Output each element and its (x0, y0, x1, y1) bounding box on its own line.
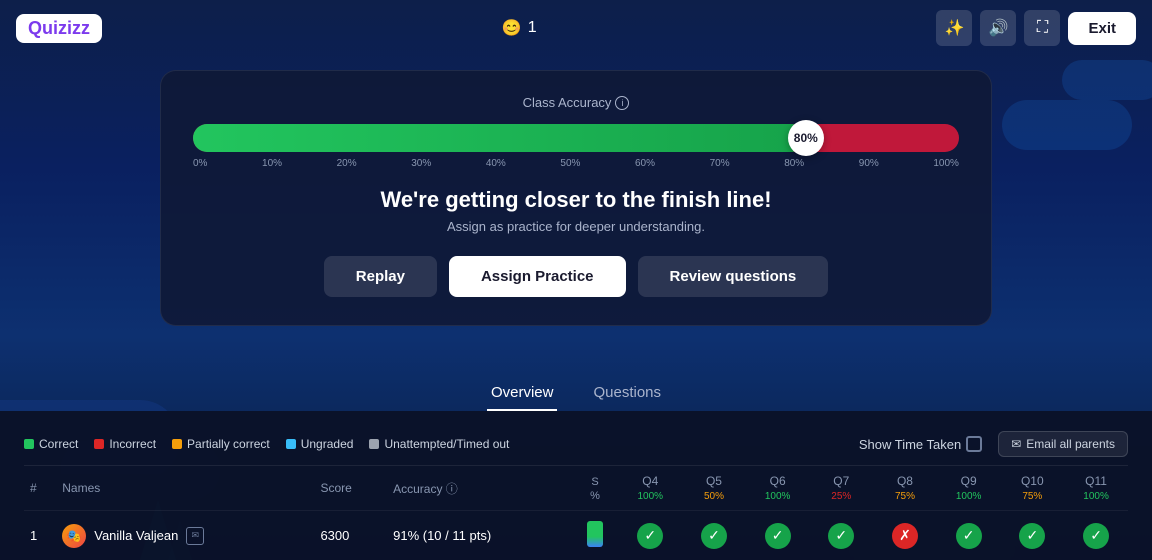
email-all-parents-button[interactable]: ✉ Email all parents (998, 431, 1128, 457)
email-icon: ✉ (1011, 437, 1021, 451)
replay-button[interactable]: Replay (324, 256, 437, 297)
legend-correct: Correct (24, 437, 78, 451)
card-accuracy-label: Class Accuracy i (193, 95, 959, 110)
check-correct-icon: ✓ (637, 523, 663, 549)
col-q4: Q4100% (618, 466, 682, 511)
col-names: Names (56, 466, 314, 511)
mail-icon[interactable]: ✉ (186, 527, 204, 545)
col-q7: Q725% (809, 466, 873, 511)
col-score: Score (314, 466, 387, 511)
cell-q10: ✓ (1000, 511, 1064, 560)
card-title: We're getting closer to the finish line! (193, 187, 959, 213)
cell-q8: ✗ (873, 511, 937, 560)
check-correct-icon: ✓ (956, 523, 982, 549)
correct-dot (24, 439, 34, 449)
table-row: 1 🎭 Vanilla Valjean ✉ 6300 91% (10 / 11 … (24, 511, 1128, 560)
header-right: ✨ 🔊 ⛶ Exit (936, 10, 1136, 46)
progress-container: 80% (193, 124, 959, 152)
tab-overview[interactable]: Overview (487, 376, 558, 411)
partial-dot (172, 439, 182, 449)
legend-ungraded: Ungraded (286, 437, 354, 451)
sound-button[interactable]: 🔊 (980, 10, 1016, 46)
col-q11: Q11100% (1064, 466, 1128, 511)
progress-track: 80% (193, 124, 959, 152)
cell-q7: ✓ (809, 511, 873, 560)
col-rank: # (24, 466, 56, 511)
col-q9: Q9100% (937, 466, 1001, 511)
results-table: # Names Score Accuracy ⓘ S% Q4100% Q550%… (24, 466, 1128, 560)
incorrect-dot (94, 439, 104, 449)
cell-q9: ✓ (937, 511, 1001, 560)
fullscreen-button[interactable]: ⛶ (1024, 10, 1060, 46)
progress-labels: 0% 10% 20% 30% 40% 50% 60% 70% 80% 90% 1… (193, 158, 959, 169)
cell-q6: ✓ (746, 511, 810, 560)
info-icon: i (615, 96, 629, 110)
check-correct-icon: ✓ (701, 523, 727, 549)
header-center: 😊 1 (502, 18, 537, 38)
player-count: 1 (528, 19, 537, 37)
cloud (1062, 60, 1152, 100)
legend-row: Correct Incorrect Partially correct Ungr… (24, 423, 1128, 466)
check-correct-icon: ✓ (765, 523, 791, 549)
check-correct-icon: ✓ (1019, 523, 1045, 549)
logo: Quizizz (16, 14, 102, 43)
exit-button[interactable]: Exit (1068, 12, 1136, 45)
legend-partial: Partially correct (172, 437, 270, 451)
assign-practice-button[interactable]: Assign Practice (449, 256, 626, 297)
unattempted-dot (369, 439, 379, 449)
card-buttons: Replay Assign Practice Review questions (193, 256, 959, 297)
col-accuracy: Accuracy ⓘ (387, 466, 571, 511)
table-container: Correct Incorrect Partially correct Ungr… (0, 411, 1152, 560)
tab-questions[interactable]: Questions (589, 376, 665, 411)
progress-fill: 80% (193, 124, 806, 152)
avatar: 🎭 (62, 524, 86, 548)
tabs: Overview Questions (0, 376, 1152, 411)
col-q10: Q1075% (1000, 466, 1064, 511)
show-time-checkbox[interactable] (966, 436, 982, 452)
legend-incorrect: Incorrect (94, 437, 156, 451)
check-incorrect-icon: ✗ (892, 523, 918, 549)
cell-rank: 1 (24, 511, 56, 560)
cell-q4: ✓ (618, 511, 682, 560)
check-correct-icon: ✓ (1083, 523, 1109, 549)
cell-score: 6300 (314, 511, 387, 560)
review-questions-button[interactable]: Review questions (638, 256, 829, 297)
player-emoji: 😊 (502, 18, 522, 38)
col-q5: Q550% (682, 466, 746, 511)
cell-q5: ✓ (682, 511, 746, 560)
partial-bar (587, 521, 603, 547)
check-correct-icon: ✓ (828, 523, 854, 549)
show-time-taken-label: Show Time Taken (859, 436, 982, 452)
ungraded-dot (286, 439, 296, 449)
card-subtitle: Assign as practice for deeper understand… (193, 219, 959, 234)
table-section: Overview Questions Correct Incorrect Par… (0, 376, 1152, 560)
cell-accuracy: 91% (10 / 11 pts) (387, 511, 571, 560)
cell-q11: ✓ (1064, 511, 1128, 560)
cell-s-pct (572, 511, 619, 560)
player-info: 🎭 Vanilla Valjean ✉ (62, 524, 308, 548)
col-q6: Q6100% (746, 466, 810, 511)
col-s: S% (572, 466, 619, 511)
col-q8: Q875% (873, 466, 937, 511)
cell-name: 🎭 Vanilla Valjean ✉ (56, 511, 314, 560)
progress-thumb: 80% (788, 120, 824, 156)
cloud (1002, 100, 1132, 150)
legend-unattempted: Unattempted/Timed out (369, 437, 509, 451)
sparkle-button[interactable]: ✨ (936, 10, 972, 46)
results-card: Class Accuracy i 80% 0% 10% 20% 30% 40% … (160, 70, 992, 326)
header: Quizizz 😊 1 ✨ 🔊 ⛶ Exit (0, 0, 1152, 56)
